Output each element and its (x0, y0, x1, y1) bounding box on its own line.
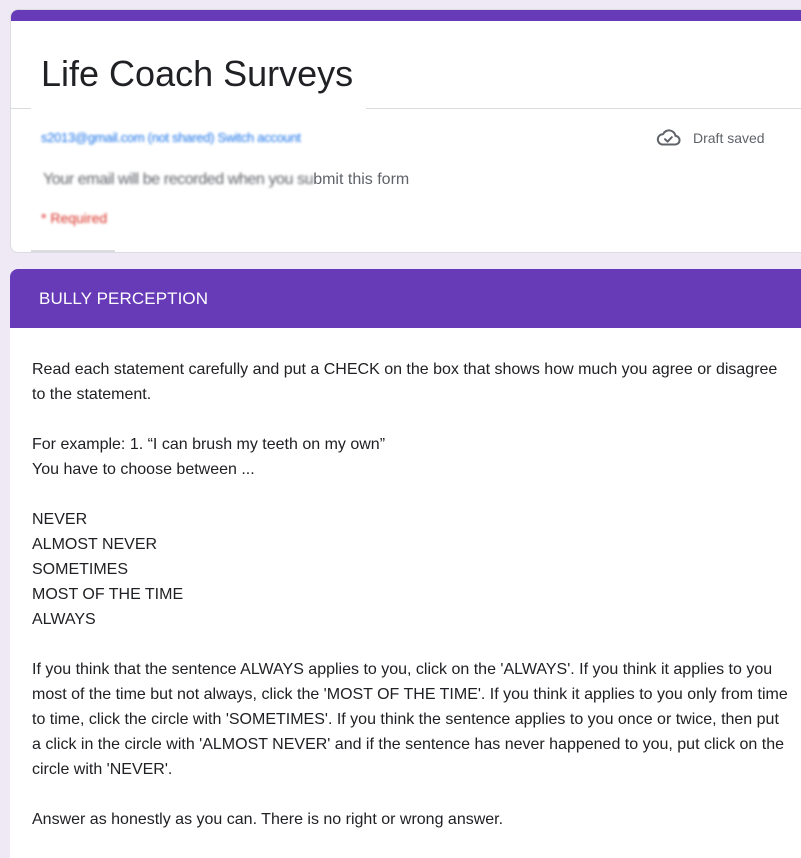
section-description: Read each statement carefully and put a … (32, 357, 792, 857)
closing-paragraph: Answer as honestly as you can. There is … (32, 811, 504, 828)
answer-options-list: NEVER ALMOST NEVER SOMETIMES MOST OF THE… (32, 507, 792, 632)
option-always: ALWAYS (32, 611, 96, 628)
title-divider-mask (31, 105, 366, 113)
draft-status: Draft saved (655, 128, 765, 148)
form-header-card: Life Coach Surveys s2013@gmail.com (not … (10, 9, 801, 253)
section-card: BULLY PERCEPTION Read each statement car… (10, 269, 801, 858)
option-sometimes: SOMETIMES (32, 561, 129, 578)
section-header: BULLY PERCEPTION (10, 269, 801, 328)
header-bottom-bar (31, 250, 115, 252)
email-record-notice-blurred: Your email will be recorded when you su (43, 171, 314, 188)
header-accent-stripe (11, 10, 801, 21)
option-never: NEVER (32, 511, 88, 528)
email-record-notice: Your email will be recorded when you sub… (43, 171, 409, 189)
cloud-done-icon (655, 128, 681, 148)
example-line-2: You have to choose between ... (32, 461, 255, 478)
required-indicator: * Required (41, 210, 108, 226)
intro-paragraph: Read each statement carefully and put a … (32, 361, 778, 403)
instructions-paragraph: If you think that the sentence ALWAYS ap… (32, 661, 788, 778)
form-title[interactable]: Life Coach Surveys (41, 54, 353, 94)
form-page: Life Coach Surveys s2013@gmail.com (not … (0, 0, 801, 858)
section-title: BULLY PERCEPTION (39, 289, 209, 308)
account-switch-link[interactable]: s2013@gmail.com (not shared) Switch acco… (41, 130, 301, 145)
draft-status-label: Draft saved (693, 130, 765, 146)
email-record-notice-clear: bmit this form (313, 171, 410, 188)
example-line-1: For example: 1. “I can brush my teeth on… (32, 436, 386, 453)
option-most-of-the-time: MOST OF THE TIME (32, 586, 184, 603)
example-paragraph: For example: 1. “I can brush my teeth on… (32, 432, 792, 482)
option-almost-never: ALMOST NEVER (32, 536, 158, 553)
